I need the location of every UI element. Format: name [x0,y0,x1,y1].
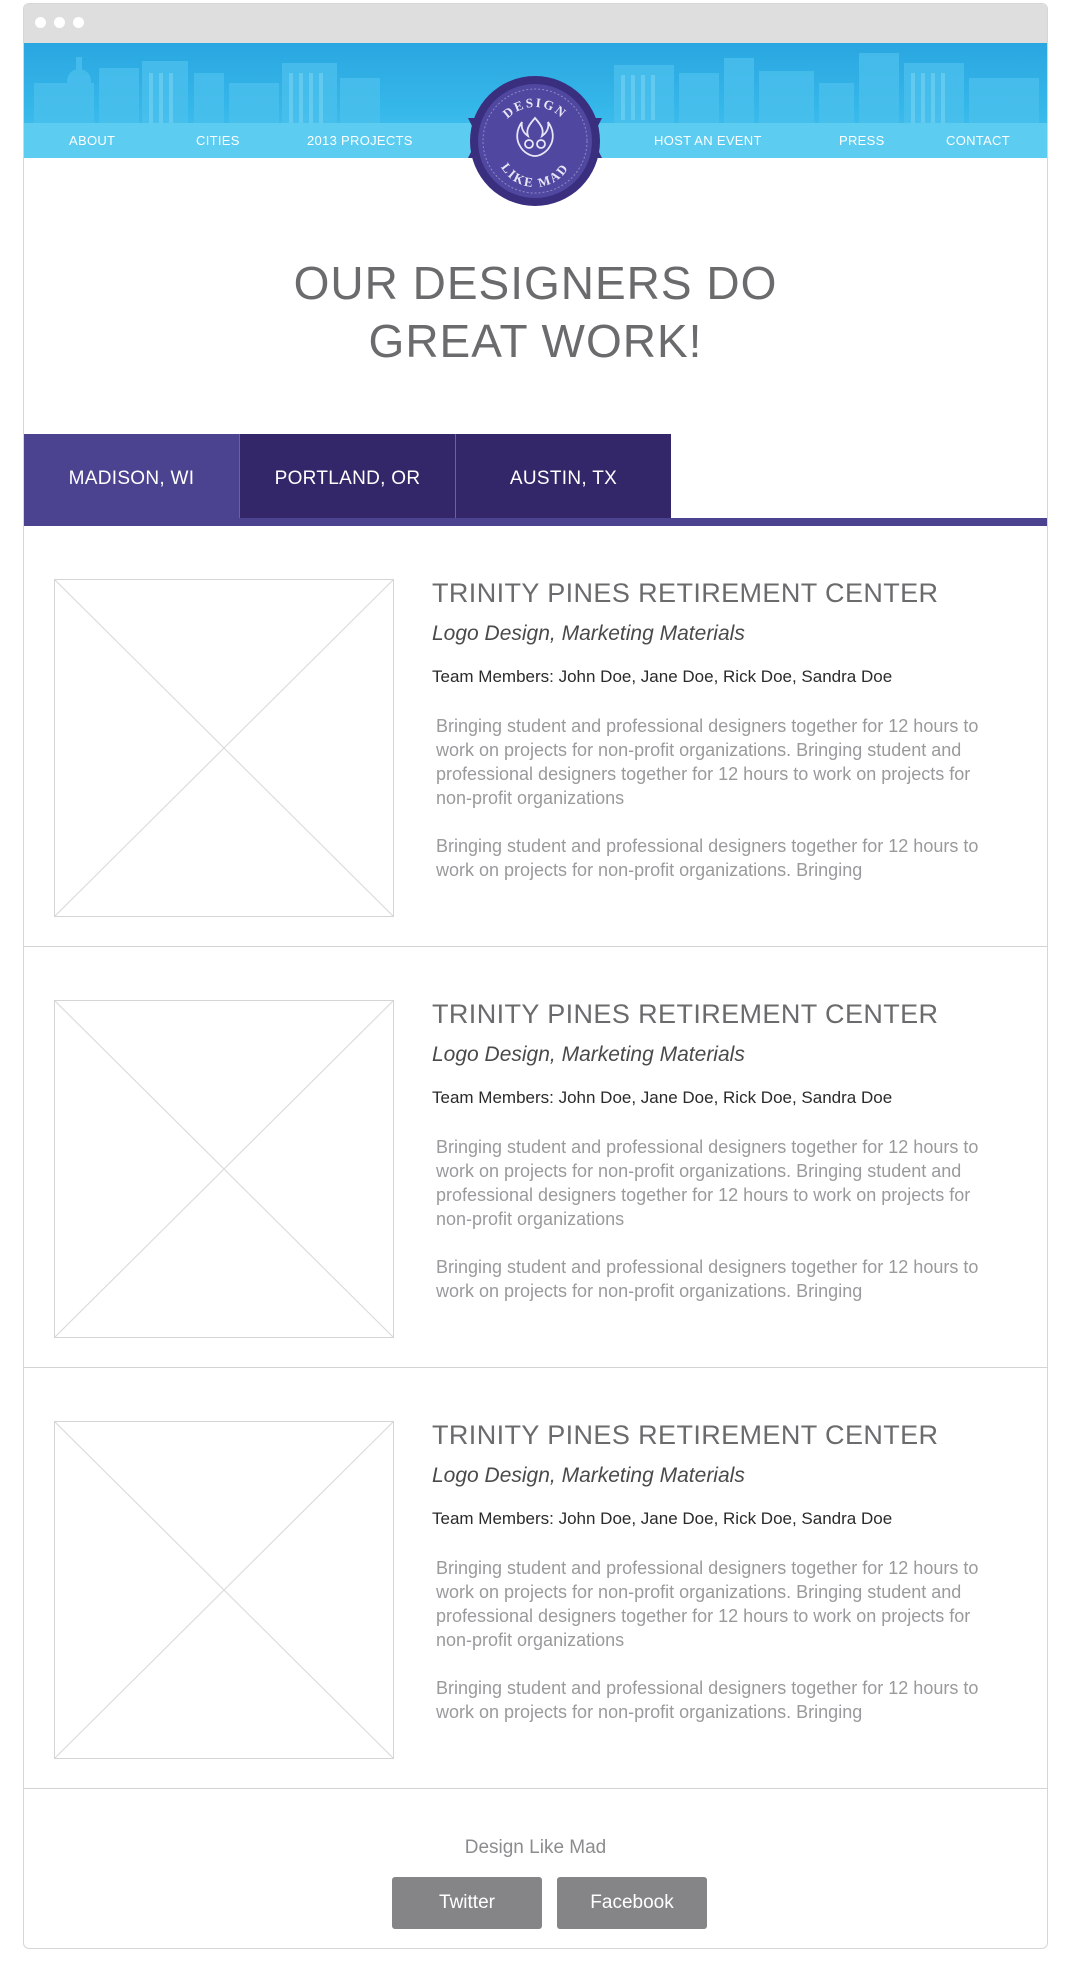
project-description: Bringing student and professional design… [436,1137,979,1229]
project-description: Bringing student and professional design… [436,716,979,808]
window-dot-icon[interactable] [54,17,65,28]
project-description: Bringing student and professional design… [436,1558,979,1650]
project-description: Bringing student and professional design… [436,836,979,880]
facebook-button[interactable]: Facebook [557,1877,707,1929]
tab-underline [24,518,1047,526]
project-type: Logo Design, Marketing Materials [432,1464,745,1487]
project-card: TRINITY PINES RETIREMENT CENTER Logo Des… [24,526,1047,947]
image-placeholder [54,1421,394,1759]
project-title[interactable]: TRINITY PINES RETIREMENT CENTER [432,578,938,609]
nav-about[interactable]: ABOUT [69,123,115,158]
tab-madison[interactable]: MADISON, WI [24,434,239,518]
headline-line-2: GREAT WORK! [368,315,703,367]
nav-press[interactable]: PRESS [839,123,885,158]
nav-host-an-event[interactable]: HOST AN EVENT [654,123,762,158]
browser-chrome [24,4,1047,43]
project-team: Team Members: John Doe, Jane Doe, Rick D… [432,1509,893,1528]
project-title[interactable]: TRINITY PINES RETIREMENT CENTER [432,1420,938,1451]
nav-contact[interactable]: CONTACT [946,123,1010,158]
project-team: Team Members: John Doe, Jane Doe, Rick D… [432,667,893,686]
twitter-button[interactable]: Twitter [392,1877,542,1929]
site-header: ABOUT CITIES 2013 PROJECTS HOST AN EVENT… [24,43,1047,206]
nav-cities[interactable]: CITIES [196,123,240,158]
project-card: TRINITY PINES RETIREMENT CENTER Logo Des… [24,1368,1047,1789]
site-logo[interactable]: DESIGN LIKE MAD [460,66,610,211]
window-dot-icon[interactable] [73,17,84,28]
image-placeholder [54,1000,394,1338]
project-description: Bringing student and professional design… [436,1257,979,1301]
project-description: Bringing student and professional design… [436,1678,979,1722]
tab-austin[interactable]: AUSTIN, TX [455,434,671,518]
project-card: TRINITY PINES RETIREMENT CENTER Logo Des… [24,947,1047,1368]
project-title[interactable]: TRINITY PINES RETIREMENT CENTER [432,999,938,1030]
nav-2013-projects[interactable]: 2013 PROJECTS [307,123,413,158]
image-placeholder [54,579,394,917]
browser-window: ABOUT CITIES 2013 PROJECTS HOST AN EVENT… [23,3,1048,1949]
city-tabs: MADISON, WI PORTLAND, OR AUSTIN, TX [24,434,1047,528]
project-type: Logo Design, Marketing Materials [432,1043,745,1066]
project-team: Team Members: John Doe, Jane Doe, Rick D… [432,1088,893,1107]
project-type: Logo Design, Marketing Materials [432,622,745,645]
tab-portland[interactable]: PORTLAND, OR [239,434,455,518]
window-dot-icon[interactable] [35,17,46,28]
page-headline: OUR DESIGNERS DO GREAT WORK! [24,254,1047,370]
headline-line-1: OUR DESIGNERS DO [293,257,778,309]
site-footer: Design Like Mad Twitter Facebook [24,1807,1047,1947]
footer-site-name: Design Like Mad [464,1837,607,1858]
